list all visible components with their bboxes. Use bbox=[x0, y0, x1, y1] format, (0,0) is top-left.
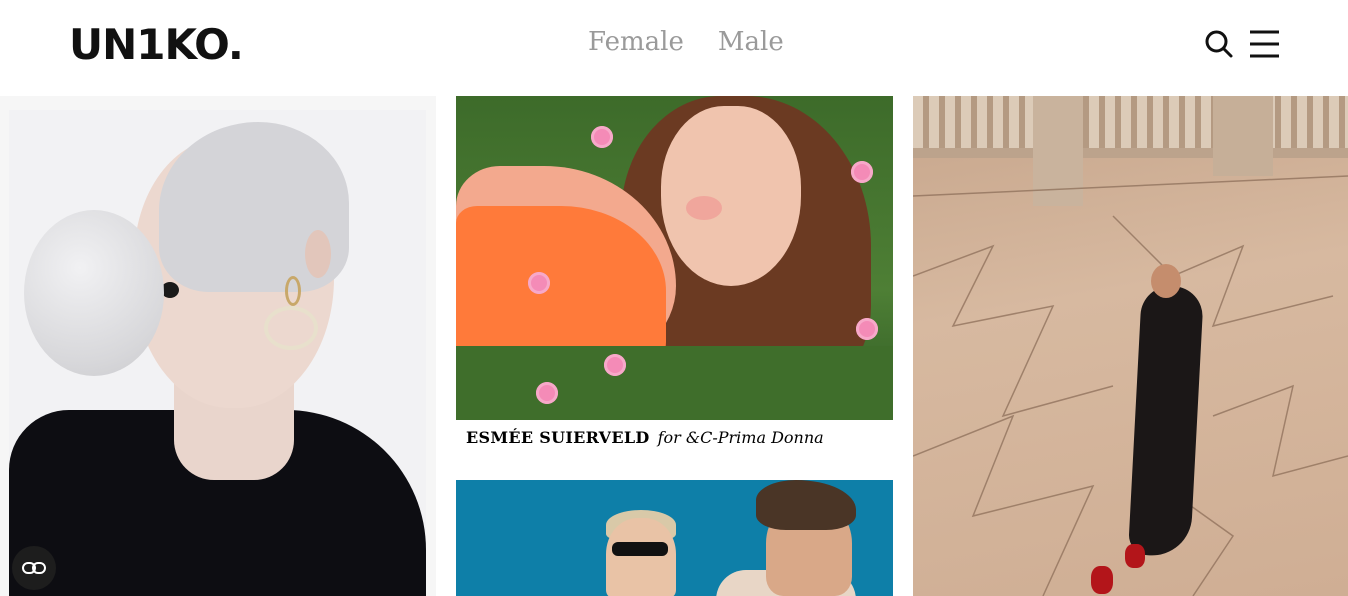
feed-column-2: ESMÉE SUIERVELD for &C-Prima Donna bbox=[456, 96, 893, 596]
photo-detail-flower bbox=[528, 272, 550, 294]
photo-detail-face bbox=[661, 106, 801, 286]
feed-photo-bubble-portrait[interactable] bbox=[9, 110, 426, 596]
site-header: UN1KO. Female Male bbox=[0, 0, 1348, 96]
photo-detail-shoe bbox=[1125, 544, 1145, 568]
photo-detail-ear bbox=[305, 230, 331, 278]
search-icon bbox=[1205, 30, 1233, 58]
photo-detail-grass bbox=[456, 346, 893, 420]
privacy-widget-button[interactable] bbox=[12, 546, 56, 590]
search-button[interactable] bbox=[1203, 28, 1235, 60]
photo-detail-bubble bbox=[24, 210, 164, 376]
caption-name: ESMÉE SUIERVELD bbox=[466, 428, 650, 447]
photo-detail-shoe bbox=[1091, 566, 1113, 594]
photo-detail-flower bbox=[536, 382, 558, 404]
hamburger-menu-icon bbox=[1250, 30, 1279, 58]
photo-detail-head bbox=[1151, 264, 1181, 298]
photo-detail-cheek bbox=[686, 196, 722, 220]
photo-detail-flower bbox=[851, 161, 873, 183]
caption-for: for &C-Prima Donna bbox=[657, 428, 824, 447]
nav-female-link[interactable]: Female bbox=[588, 24, 684, 60]
feed-photo-terrace[interactable] bbox=[913, 96, 1348, 596]
photo-detail-hair bbox=[756, 480, 856, 530]
gender-nav: Female Male bbox=[588, 24, 784, 60]
photo-detail-flower bbox=[604, 354, 626, 376]
photo-detail-sunglasses bbox=[612, 542, 668, 556]
photo-detail-flower bbox=[591, 126, 613, 148]
photo-detail-earring bbox=[264, 306, 318, 350]
menu-button[interactable] bbox=[1249, 28, 1281, 60]
privacy-link-icon bbox=[22, 562, 46, 574]
site-logo[interactable]: UN1KO. bbox=[69, 22, 244, 68]
feed-photo-flowers-portrait[interactable] bbox=[456, 96, 893, 420]
feed-photo-two-men[interactable] bbox=[456, 480, 893, 596]
photo-detail-flower bbox=[856, 318, 878, 340]
nav-male-link[interactable]: Male bbox=[718, 24, 784, 60]
photo-detail-face bbox=[606, 518, 676, 596]
feed-column-1 bbox=[0, 96, 436, 596]
feed-column-3 bbox=[913, 96, 1348, 596]
photo-detail-hoop bbox=[285, 276, 301, 306]
photo-detail-balustrade bbox=[913, 96, 1348, 156]
photo-caption[interactable]: ESMÉE SUIERVELD for &C-Prima Donna bbox=[466, 428, 824, 447]
